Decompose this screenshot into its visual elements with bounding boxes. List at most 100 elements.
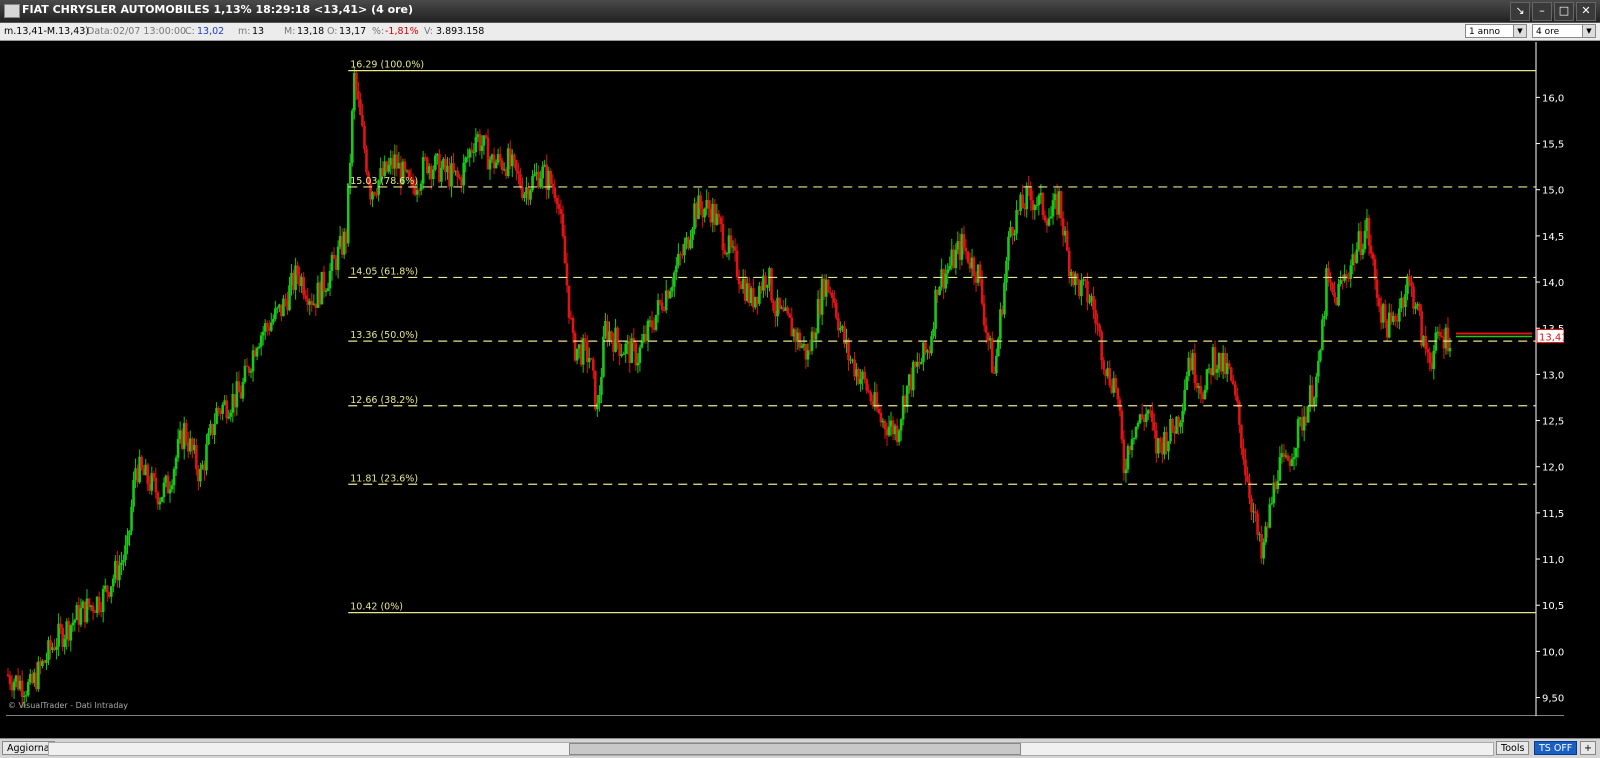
- candle-body: [1130, 439, 1134, 450]
- candle-body: [1312, 397, 1316, 407]
- candle-body: [689, 239, 692, 249]
- candle-body: [932, 328, 935, 337]
- candle-body: [387, 164, 391, 172]
- candle-body: [1231, 380, 1235, 385]
- tools-button[interactable]: Tools: [1496, 741, 1530, 755]
- candle-body: [660, 302, 664, 310]
- price-chart[interactable]: 16.29 (100.0%) 15.03 (78.6%) 14.05 (61.8%)…: [6, 42, 1564, 716]
- y-tick-label: 10,00: [1542, 647, 1564, 658]
- candle-body: [717, 213, 721, 218]
- candle-body: [176, 439, 180, 458]
- scrollbar-thumb[interactable]: [569, 743, 1021, 755]
- interval-select[interactable]: 4 ore ▼: [1532, 24, 1596, 38]
- candle-body: [830, 292, 834, 299]
- y-tick-label: 9,50: [1542, 694, 1564, 705]
- candle-body: [464, 157, 468, 163]
- candle-body: [567, 285, 571, 318]
- candle-body: [118, 565, 121, 581]
- candle-body: [1276, 480, 1280, 490]
- candle-body: [158, 501, 162, 505]
- candle-body: [346, 183, 350, 244]
- candle-body: [1264, 526, 1267, 543]
- candle-body: [160, 497, 164, 502]
- candle-body: [897, 430, 901, 442]
- candle-body: [1244, 459, 1247, 476]
- candle-body: [1181, 410, 1184, 423]
- candle-body: [517, 170, 520, 175]
- date-value: 02/07 13:00:00: [113, 26, 187, 37]
- candle-body: [276, 307, 279, 309]
- candle-body: [6, 674, 10, 676]
- candle-body: [995, 355, 998, 374]
- candle-body: [357, 90, 360, 100]
- minimize-button[interactable]: –: [1532, 2, 1552, 21]
- horizontal-scrollbar[interactable]: [48, 742, 1494, 756]
- candle-body: [257, 346, 261, 348]
- candle-body: [806, 350, 810, 360]
- fib-level-label: 13.36 (50.0%): [350, 330, 418, 341]
- candle-body: [1412, 286, 1415, 309]
- candle-body: [480, 145, 484, 151]
- pct-label: %:: [372, 26, 385, 37]
- candle-body: [673, 272, 676, 287]
- candle-body: [1438, 331, 1442, 337]
- candle-body: [1179, 422, 1182, 427]
- maximize-button[interactable]: □: [1554, 2, 1574, 21]
- candle-body: [638, 347, 642, 363]
- candle-body: [1114, 378, 1118, 389]
- candle-body: [1120, 410, 1124, 440]
- candle-body: [1096, 323, 1099, 326]
- candle-body: [598, 394, 601, 404]
- period-select[interactable]: 1 anno ▼: [1465, 24, 1527, 38]
- candle-body: [1315, 376, 1318, 398]
- add-button[interactable]: +: [1580, 741, 1596, 755]
- candle-body: [592, 359, 595, 371]
- candle-body: [847, 339, 850, 360]
- detach-button[interactable]: ↘: [1510, 2, 1530, 21]
- ts-toggle-button[interactable]: TS OFF: [1534, 741, 1578, 755]
- candle-body: [766, 285, 769, 288]
- candle-body: [1296, 419, 1300, 448]
- close-button[interactable]: ✕: [1576, 2, 1596, 21]
- candle-body: [948, 265, 952, 270]
- candle-body: [304, 295, 308, 299]
- candle-body: [1306, 406, 1310, 423]
- candle-body: [373, 192, 376, 195]
- candle-body: [205, 444, 208, 471]
- y-tick-label: 12,00: [1542, 463, 1564, 474]
- y-tick-label: 11,50: [1542, 509, 1564, 520]
- candle-body: [472, 151, 476, 153]
- candle-body: [867, 390, 871, 393]
- candle-body: [1051, 200, 1055, 217]
- candle-body: [132, 480, 135, 507]
- candle-body: [1371, 253, 1375, 260]
- candle-body: [1292, 457, 1296, 460]
- candle-body: [770, 268, 773, 301]
- candle-body: [1270, 503, 1274, 505]
- candle-body: [1059, 191, 1063, 219]
- candle-body: [1317, 360, 1320, 377]
- candle-body: [1003, 282, 1006, 315]
- candle-body: [863, 371, 866, 380]
- candle-body: [984, 325, 988, 333]
- candle-body: [1213, 347, 1217, 373]
- y-tick-label: 13,00: [1542, 370, 1564, 381]
- candle-body: [91, 605, 95, 612]
- candle-body: [1331, 282, 1334, 293]
- candle-body: [1424, 335, 1427, 350]
- candle-body: [168, 489, 172, 494]
- candle-body: [707, 200, 711, 209]
- candle-body: [1041, 192, 1045, 216]
- range-value: m.13,41-M.13,43): [4, 26, 90, 37]
- candle-body: [101, 588, 105, 613]
- candle-body: [328, 270, 332, 289]
- candle-body: [1153, 421, 1156, 431]
- candle-body: [1448, 348, 1452, 352]
- candle-body: [221, 404, 224, 414]
- candle-body: [1333, 292, 1336, 298]
- candle-body: [237, 381, 241, 393]
- volume-label: V:: [424, 26, 433, 37]
- candle-body: [729, 235, 733, 248]
- candle-body: [1205, 369, 1209, 390]
- refresh-button[interactable]: Aggiorna: [2, 741, 55, 755]
